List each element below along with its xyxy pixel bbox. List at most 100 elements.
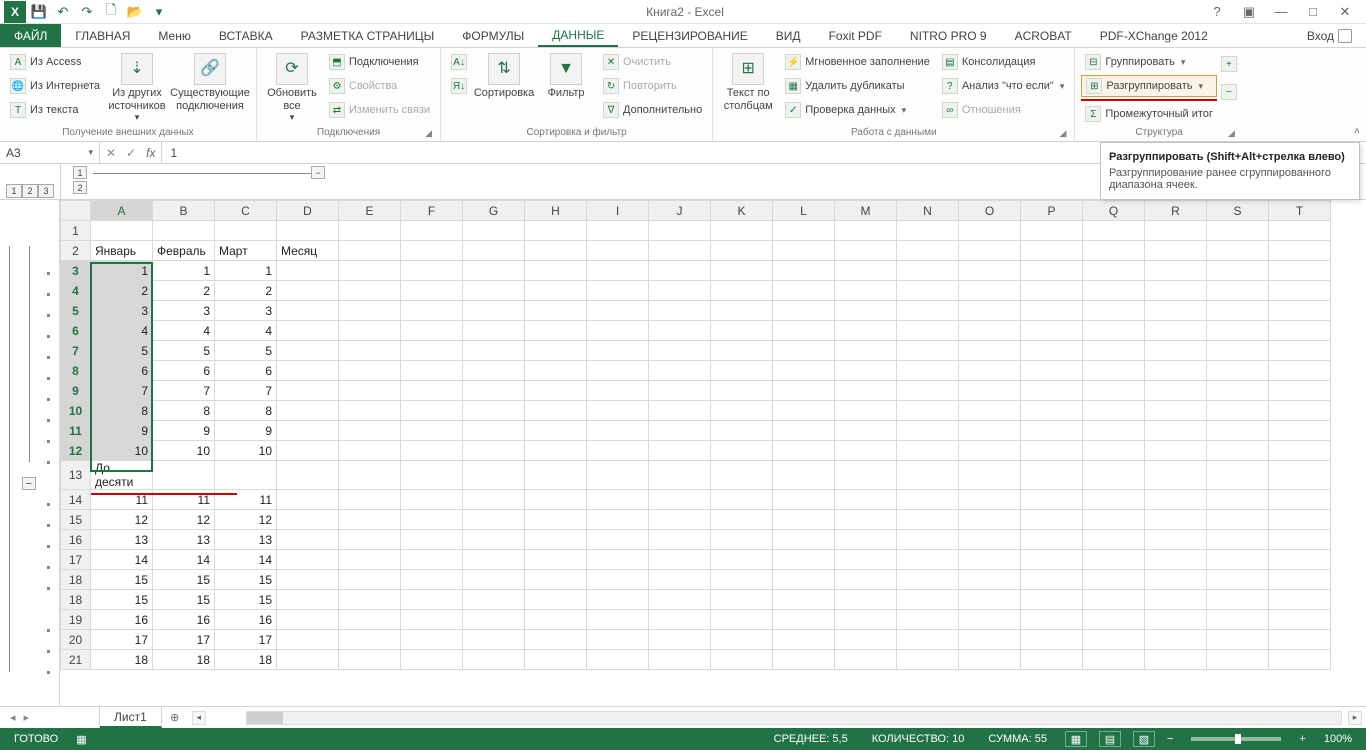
cell-I13[interactable] [587, 461, 649, 490]
cell-H11[interactable] [525, 421, 587, 441]
cell-A18[interactable]: 15 [91, 590, 153, 610]
collapse-ribbon-icon[interactable]: ˄ [1354, 126, 1360, 137]
cell-O13[interactable] [959, 461, 1021, 490]
cell-O11[interactable] [959, 421, 1021, 441]
cell-G4[interactable] [463, 281, 525, 301]
cell-G16[interactable] [463, 530, 525, 550]
cell-D10[interactable] [277, 401, 339, 421]
cell-S19[interactable] [1207, 610, 1269, 630]
cell-A14[interactable]: 11 [91, 490, 153, 510]
undo-icon[interactable]: ↶ [52, 1, 74, 23]
cell-T4[interactable] [1269, 281, 1331, 301]
cell-T2[interactable] [1269, 241, 1331, 261]
cell-A15[interactable]: 12 [91, 510, 153, 530]
cell-Q5[interactable] [1083, 301, 1145, 321]
cell-J17[interactable] [649, 550, 711, 570]
cell-S2[interactable] [1207, 241, 1269, 261]
reapply-button[interactable]: ↻Повторить [599, 75, 706, 97]
cell-E2[interactable] [339, 241, 401, 261]
cell-C1[interactable] [215, 221, 277, 241]
cell-R7[interactable] [1145, 341, 1207, 361]
cell-Q18[interactable] [1083, 570, 1145, 590]
cell-D14[interactable] [277, 490, 339, 510]
cell-Q1[interactable] [1083, 221, 1145, 241]
cell-C20[interactable]: 17 [215, 630, 277, 650]
excel-icon[interactable]: X [4, 1, 26, 23]
cell-C17[interactable]: 14 [215, 550, 277, 570]
cell-L4[interactable] [773, 281, 835, 301]
tab-formulas[interactable]: ФОРМУЛЫ [448, 24, 538, 47]
row-header-5[interactable]: 5 [61, 301, 91, 321]
cell-J13[interactable] [649, 461, 711, 490]
cell-E3[interactable] [339, 261, 401, 281]
dialog-launcher-icon[interactable]: ◢ [1228, 128, 1235, 139]
cell-H1[interactable] [525, 221, 587, 241]
cell-A2[interactable]: Январь [91, 241, 153, 261]
col-header-B[interactable]: B [153, 201, 215, 221]
cell-A6[interactable]: 4 [91, 321, 153, 341]
cell-B6[interactable]: 4 [153, 321, 215, 341]
cell-D17[interactable] [277, 550, 339, 570]
col-header-T[interactable]: T [1269, 201, 1331, 221]
cell-A20[interactable]: 17 [91, 630, 153, 650]
filter-button[interactable]: ▼Фильтр [537, 51, 595, 100]
cell-R9[interactable] [1145, 381, 1207, 401]
cell-P15[interactable] [1021, 510, 1083, 530]
cell-I19[interactable] [587, 610, 649, 630]
cell-I6[interactable] [587, 321, 649, 341]
cell-B21[interactable]: 18 [153, 650, 215, 670]
cell-G12[interactable] [463, 441, 525, 461]
cell-D16[interactable] [277, 530, 339, 550]
cell-D7[interactable] [277, 341, 339, 361]
cell-A17[interactable]: 14 [91, 550, 153, 570]
cell-L21[interactable] [773, 650, 835, 670]
group-button[interactable]: ⊟Группировать [1081, 51, 1217, 73]
col-header-G[interactable]: G [463, 201, 525, 221]
cell-I4[interactable] [587, 281, 649, 301]
cell-J1[interactable] [649, 221, 711, 241]
cell-L19[interactable] [773, 610, 835, 630]
tab-file[interactable]: ФАЙЛ [0, 24, 61, 47]
cell-J2[interactable] [649, 241, 711, 261]
cell-F10[interactable] [401, 401, 463, 421]
cell-M9[interactable] [835, 381, 897, 401]
qat-dropdown-icon[interactable]: ▾ [148, 1, 170, 23]
cell-J8[interactable] [649, 361, 711, 381]
cell-H10[interactable] [525, 401, 587, 421]
cell-O5[interactable] [959, 301, 1021, 321]
cell-P20[interactable] [1021, 630, 1083, 650]
tab-pdfx[interactable]: PDF-XChange 2012 [1086, 24, 1222, 47]
cell-S9[interactable] [1207, 381, 1269, 401]
cell-Q11[interactable] [1083, 421, 1145, 441]
col-level-2[interactable]: 2 [73, 181, 87, 194]
cell-H2[interactable] [525, 241, 587, 261]
cell-F21[interactable] [401, 650, 463, 670]
cell-L2[interactable] [773, 241, 835, 261]
connections-button[interactable]: ⬒Подключения [325, 51, 434, 73]
advanced-filter-button[interactable]: ∇Дополнительно [599, 99, 706, 121]
cell-N15[interactable] [897, 510, 959, 530]
cell-H9[interactable] [525, 381, 587, 401]
cell-M20[interactable] [835, 630, 897, 650]
ribbon-display-button[interactable]: ▣ [1236, 4, 1262, 20]
cell-K9[interactable] [711, 381, 773, 401]
cell-O1[interactable] [959, 221, 1021, 241]
cell-F5[interactable] [401, 301, 463, 321]
cell-E21[interactable] [339, 650, 401, 670]
col-header-M[interactable]: M [835, 201, 897, 221]
cell-I9[interactable] [587, 381, 649, 401]
cell-E4[interactable] [339, 281, 401, 301]
cell-L10[interactable] [773, 401, 835, 421]
cell-O8[interactable] [959, 361, 1021, 381]
cell-T1[interactable] [1269, 221, 1331, 241]
cell-J11[interactable] [649, 421, 711, 441]
cell-S3[interactable] [1207, 261, 1269, 281]
cell-F15[interactable] [401, 510, 463, 530]
cell-P9[interactable] [1021, 381, 1083, 401]
cell-H18[interactable] [525, 590, 587, 610]
cell-M5[interactable] [835, 301, 897, 321]
col-header-Q[interactable]: Q [1083, 201, 1145, 221]
cell-E5[interactable] [339, 301, 401, 321]
cell-J16[interactable] [649, 530, 711, 550]
cell-D3[interactable] [277, 261, 339, 281]
